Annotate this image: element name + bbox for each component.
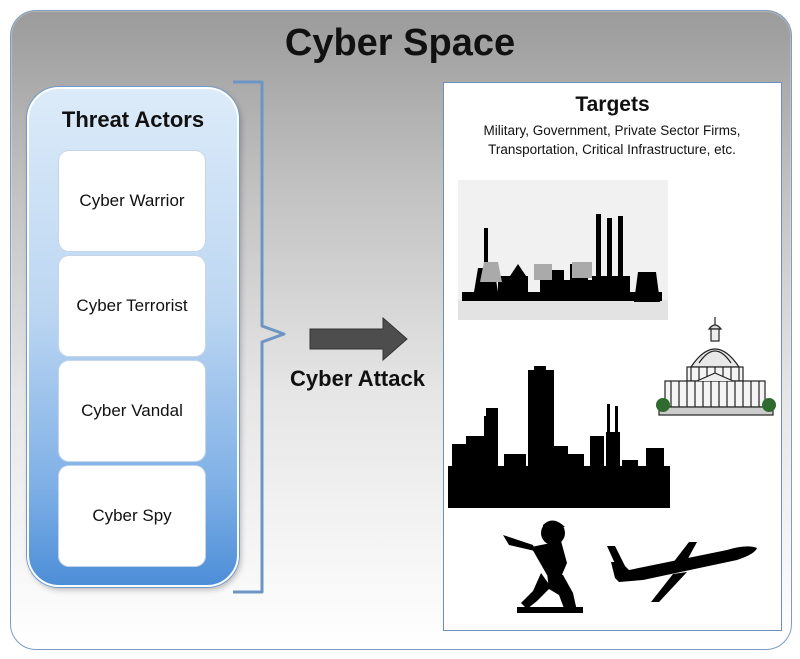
- toy-soldier-silhouette-icon: [503, 520, 583, 613]
- cyber-attack-label: Cyber Attack: [290, 366, 425, 391]
- targets-description: Military, Government, Private Sector Fir…: [483, 123, 741, 157]
- airplane-silhouette-icon: [607, 542, 757, 602]
- capitol-building-icon: [656, 317, 776, 416]
- power-plant-silhouette-icon: [458, 180, 668, 320]
- targets-title: Targets: [575, 93, 650, 116]
- city-skyline-silhouette-icon: [448, 366, 670, 508]
